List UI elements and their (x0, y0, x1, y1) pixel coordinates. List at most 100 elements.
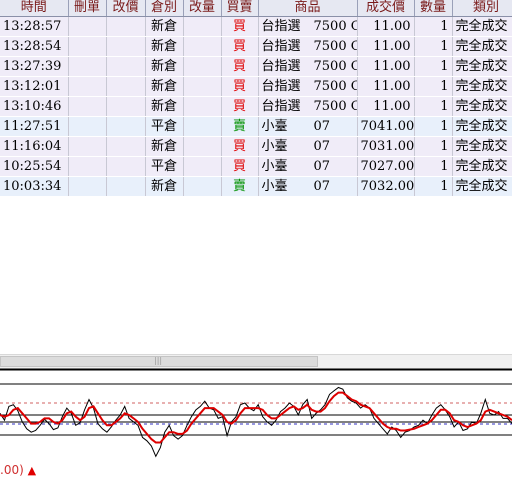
order-product: 小臺 07 (258, 156, 358, 177)
modify-price-cell[interactable] (106, 156, 146, 177)
order-status: 完全成交 (452, 16, 512, 37)
modify-qty-cell[interactable] (183, 116, 222, 137)
column-header-modify-qty[interactable]: 改量 (183, 0, 222, 17)
order-product: 台指選 7500 C (258, 96, 358, 117)
delete-order-cell[interactable] (68, 136, 107, 157)
order-side: 買 (221, 56, 259, 77)
table-header-row: 時間 刪單 改價 倉別 改量 買賣 商品 成交價 數量 類別 (0, 0, 512, 17)
order-time: 13:27:39 (0, 56, 69, 77)
modify-qty-cell[interactable] (183, 16, 222, 37)
order-qty: 1 (414, 36, 453, 57)
order-price: 7032.00 (357, 176, 415, 197)
position-type: 平倉 (145, 116, 184, 137)
delete-order-cell[interactable] (68, 56, 107, 77)
order-price: 11.00 (357, 36, 415, 57)
position-type: 新倉 (145, 36, 184, 57)
order-side: 賣 (221, 176, 259, 197)
delete-order-cell[interactable] (68, 36, 107, 57)
modify-qty-cell[interactable] (183, 176, 222, 197)
delete-order-cell[interactable] (68, 116, 107, 137)
position-type: 新倉 (145, 176, 184, 197)
table-row[interactable]: 13:28:54 新倉 買 台指選 7500 C 11.00 1 完全成交 (0, 36, 512, 57)
column-header-side[interactable]: 買賣 (221, 0, 259, 17)
column-header-position-type[interactable]: 倉別 (145, 0, 184, 17)
modify-price-cell[interactable] (106, 176, 146, 197)
modify-qty-cell[interactable] (183, 136, 222, 157)
order-qty: 1 (414, 136, 453, 157)
delete-order-cell[interactable] (68, 76, 107, 97)
order-price: 7027.00 (357, 156, 415, 177)
order-qty: 1 (414, 116, 453, 137)
order-status: 完全成交 (452, 136, 512, 157)
delete-order-cell[interactable] (68, 96, 107, 117)
column-header-delete[interactable]: 刪單 (68, 0, 107, 17)
order-side: 買 (221, 96, 259, 117)
modify-price-cell[interactable] (106, 16, 146, 37)
order-qty: 1 (414, 96, 453, 117)
order-side: 買 (221, 16, 259, 37)
column-header-qty[interactable]: 數量 (414, 0, 453, 17)
order-side: 買 (221, 156, 259, 177)
table-row[interactable]: 13:28:57 新倉 買 台指選 7500 C 11.00 1 完全成交 (0, 16, 512, 37)
status-bar: .00) ▲ (0, 463, 36, 477)
position-type: 新倉 (145, 76, 184, 97)
table-row[interactable]: 13:27:39 新倉 買 台指選 7500 C 11.00 1 完全成交 (0, 56, 512, 77)
horizontal-scrollbar[interactable]: ||| (0, 354, 512, 369)
order-product: 小臺 07 (258, 176, 358, 197)
up-arrow-icon: ▲ (27, 464, 37, 477)
position-type: 新倉 (145, 56, 184, 77)
order-qty: 1 (414, 176, 453, 197)
order-time: 11:27:51 (0, 116, 69, 137)
order-status: 完全成交 (452, 36, 512, 57)
modify-qty-cell[interactable] (183, 56, 222, 77)
modify-price-cell[interactable] (106, 76, 146, 97)
modify-price-cell[interactable] (106, 36, 146, 57)
delete-order-cell[interactable] (68, 176, 107, 197)
order-price: 11.00 (357, 56, 415, 77)
column-header-category[interactable]: 類別 (452, 0, 512, 17)
modify-qty-cell[interactable] (183, 36, 222, 57)
order-product: 台指選 7500 C (258, 76, 358, 97)
position-type: 平倉 (145, 156, 184, 177)
order-status: 完全成交 (452, 176, 512, 197)
order-side: 買 (221, 136, 259, 157)
order-product: 台指選 7500 C (258, 16, 358, 37)
table-row[interactable]: 11:27:51 平倉 賣 小臺 07 7041.00 1 完全成交 (0, 116, 512, 137)
order-status: 完全成交 (452, 156, 512, 177)
column-header-product[interactable]: 商品 (258, 0, 358, 17)
modify-qty-cell[interactable] (183, 76, 222, 97)
modify-price-cell[interactable] (106, 56, 146, 77)
modify-qty-cell[interactable] (183, 156, 222, 177)
order-price: 11.00 (357, 96, 415, 117)
order-status: 完全成交 (452, 76, 512, 97)
order-time: 10:25:54 (0, 156, 69, 177)
order-status: 完全成交 (452, 56, 512, 77)
delete-order-cell[interactable] (68, 16, 107, 37)
table-row[interactable]: 13:10:46 新倉 買 台指選 7500 C 11.00 1 完全成交 (0, 96, 512, 117)
order-product: 小臺 07 (258, 116, 358, 137)
modify-price-cell[interactable] (106, 96, 146, 117)
order-time: 13:10:46 (0, 96, 69, 117)
position-type: 新倉 (145, 136, 184, 157)
order-price: 7041.00 (357, 116, 415, 137)
table-row[interactable]: 13:12:01 新倉 買 台指選 7500 C 11.00 1 完全成交 (0, 76, 512, 97)
modify-price-cell[interactable] (106, 136, 146, 157)
scrollbar-grip-icon: ||| (154, 356, 163, 365)
column-header-price[interactable]: 成交價 (357, 0, 415, 17)
column-header-time[interactable]: 時間 (0, 0, 69, 17)
order-price: 7031.00 (357, 136, 415, 157)
delete-order-cell[interactable] (68, 156, 107, 177)
order-status: 完全成交 (452, 116, 512, 137)
modify-qty-cell[interactable] (183, 96, 222, 117)
order-price: 11.00 (357, 76, 415, 97)
order-status: 完全成交 (452, 96, 512, 117)
table-row[interactable]: 11:16:04 新倉 買 小臺 07 7031.00 1 完全成交 (0, 136, 512, 157)
modify-price-cell[interactable] (106, 116, 146, 137)
order-product: 台指選 7500 C (258, 56, 358, 77)
table-row[interactable]: 10:03:34 新倉 賣 小臺 07 7032.00 1 完全成交 (0, 176, 512, 197)
order-side: 賣 (221, 116, 259, 137)
column-header-modify-price[interactable]: 改價 (106, 0, 146, 17)
position-type: 新倉 (145, 96, 184, 117)
table-row[interactable]: 10:25:54 平倉 買 小臺 07 7027.00 1 完全成交 (0, 156, 512, 177)
order-side: 買 (221, 36, 259, 57)
